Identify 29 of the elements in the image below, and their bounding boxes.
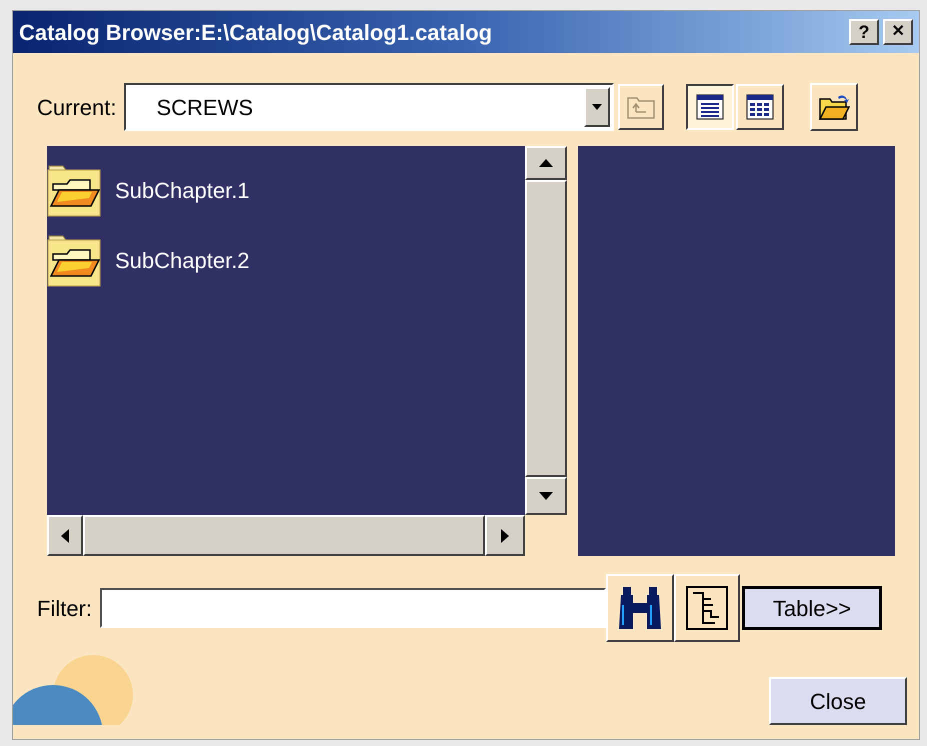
scroll-left-icon [47,515,83,556]
search-button[interactable] [606,574,674,642]
current-label: Current: [37,94,116,122]
scroll-right-icon [485,515,525,556]
close-dialog-button[interactable]: Close [769,677,907,725]
horizontal-scrollbar[interactable] [47,515,525,556]
current-dropdown[interactable]: SCREWS [124,83,614,131]
scroll-up-icon [525,146,567,180]
list-item[interactable]: SubChapter.2 [47,232,525,288]
vertical-scrollbar[interactable] [525,146,567,516]
close-button[interactable]: ✕ [883,19,913,45]
list-item[interactable]: SubChapter.1 [47,162,525,218]
window-title: Catalog Browser:E:\Catalog\Catalog1.catalog [19,18,494,47]
filter-field[interactable] [100,588,606,628]
scroll-down-icon [525,477,567,516]
table-button[interactable]: Table>> [742,586,882,630]
list-view-icon [696,94,724,120]
grid-view-icon [746,94,774,120]
scroll-thumb[interactable] [83,515,485,556]
open-folder-button[interactable] [810,83,858,131]
parent-folder-button[interactable] [618,84,664,130]
tree-icon [685,585,729,631]
tree-view-button[interactable] [674,574,740,642]
filter-label: Filter: [37,594,92,622]
open-folder-icon [818,93,850,121]
scroll-thumb[interactable] [525,180,567,478]
help-button[interactable]: ? [849,19,879,45]
view-mode-button[interactable] [686,84,734,130]
dropdown-caret-icon [584,87,610,127]
